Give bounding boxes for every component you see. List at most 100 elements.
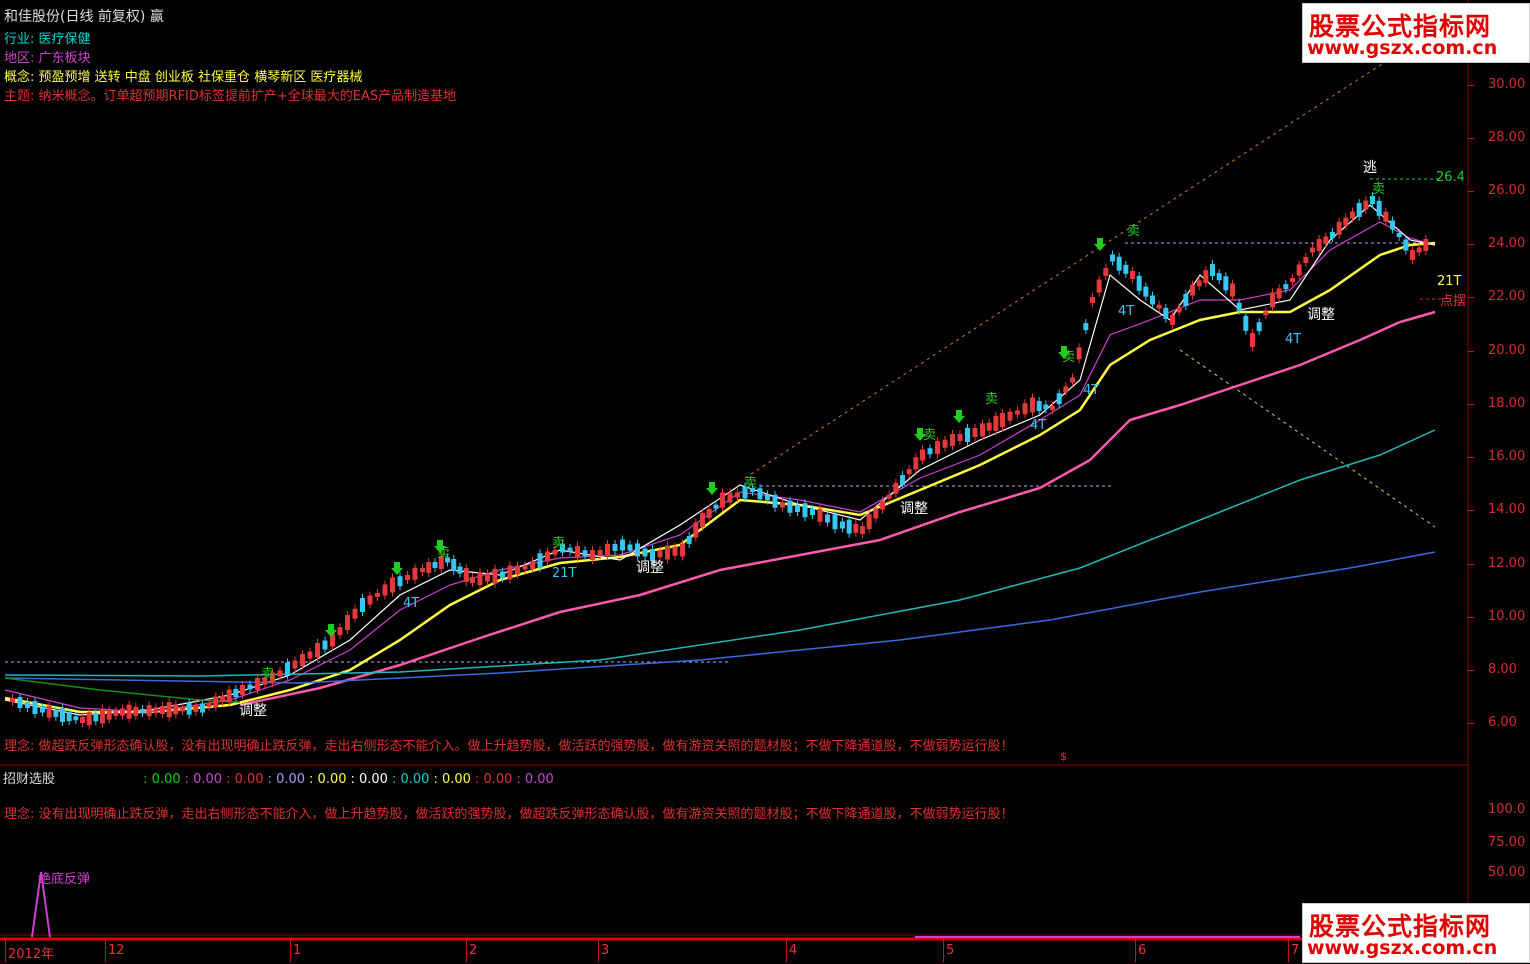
buy-arrow-icon bbox=[953, 410, 965, 423]
candle-body bbox=[1176, 307, 1182, 313]
candle-body bbox=[233, 689, 239, 697]
candle-body bbox=[665, 545, 670, 560]
candle-body bbox=[412, 567, 418, 580]
price-tick bbox=[1468, 191, 1474, 192]
sell-signal-4: 卖 bbox=[985, 392, 999, 407]
candle-body bbox=[66, 712, 72, 722]
price-tick-label: 18.00 bbox=[1488, 396, 1526, 411]
candle-body bbox=[840, 521, 845, 529]
candle-body bbox=[913, 457, 919, 470]
candle-body bbox=[1423, 239, 1429, 251]
candle-body bbox=[575, 546, 580, 557]
candle-body bbox=[900, 475, 905, 485]
price-tick bbox=[1468, 138, 1474, 139]
candle-body bbox=[1203, 270, 1209, 284]
candle-body bbox=[1310, 247, 1315, 253]
price-tick bbox=[1468, 244, 1474, 245]
candle-body bbox=[530, 561, 535, 569]
candle-body bbox=[866, 514, 872, 530]
candle-body bbox=[1123, 264, 1129, 274]
candle-body bbox=[537, 553, 543, 569]
indicator-value: : 0.00 bbox=[226, 772, 264, 787]
candle-body bbox=[873, 508, 879, 519]
candle-body bbox=[582, 550, 588, 557]
sell-signal-9: 卖 bbox=[261, 667, 275, 682]
candle-body bbox=[757, 488, 763, 500]
candle-body bbox=[405, 575, 410, 580]
candle-body bbox=[1015, 410, 1020, 415]
price-tick-label: 10.00 bbox=[1488, 609, 1526, 624]
candle-body bbox=[1290, 278, 1295, 282]
time-tick-label: 12 bbox=[108, 943, 125, 958]
candle-body bbox=[1363, 200, 1369, 210]
time-tick-label: 6 bbox=[1138, 943, 1147, 958]
candle-body bbox=[1136, 275, 1142, 291]
candle-body bbox=[457, 566, 463, 574]
candle-body bbox=[927, 448, 933, 455]
candle-body bbox=[120, 708, 125, 716]
candle-body bbox=[1083, 323, 1089, 331]
candle-body bbox=[853, 523, 859, 533]
watermark-url-bottom: www.gszx.com.cn bbox=[1307, 937, 1498, 959]
price-tick bbox=[1468, 297, 1474, 298]
candle-body bbox=[277, 670, 283, 677]
candle-body bbox=[470, 577, 475, 583]
candle-body bbox=[515, 565, 520, 575]
candle-body bbox=[1383, 211, 1389, 222]
price-tick-label: 8.00 bbox=[1488, 662, 1517, 677]
buy-arrow-icon bbox=[1094, 238, 1106, 251]
candle-body bbox=[1323, 236, 1329, 244]
candle-body bbox=[80, 717, 85, 723]
candle-body bbox=[300, 654, 305, 666]
indicator-tick-label: 50.00 bbox=[1488, 865, 1526, 880]
indicator-tick-label: 75.00 bbox=[1488, 835, 1526, 850]
price-tick-label: 12.00 bbox=[1488, 556, 1526, 571]
t21-right: 21T bbox=[1437, 274, 1462, 289]
candle-body bbox=[106, 709, 112, 720]
sell-signal-8: 卖 bbox=[437, 546, 451, 561]
candle-body bbox=[980, 423, 985, 437]
buy-arrow-icon bbox=[325, 624, 337, 637]
candle-body bbox=[345, 615, 350, 630]
candle-body bbox=[605, 544, 610, 556]
price-tick-label: 22.00 bbox=[1488, 289, 1526, 304]
ma-blue-line bbox=[4, 551, 1436, 684]
candle-body bbox=[140, 709, 145, 713]
candle-body bbox=[1263, 311, 1269, 316]
time-tick bbox=[466, 940, 467, 962]
candle-body bbox=[727, 492, 733, 503]
time-tick bbox=[786, 940, 787, 962]
t4-label-5: 4T bbox=[403, 596, 420, 611]
candle-body bbox=[1210, 264, 1215, 276]
candle-body bbox=[60, 708, 65, 722]
candle-body bbox=[10, 698, 15, 702]
candle-body bbox=[1376, 200, 1382, 216]
candle-body bbox=[477, 572, 483, 586]
price-tick-label: 14.00 bbox=[1488, 502, 1526, 517]
candle-body bbox=[635, 543, 640, 557]
candle-body bbox=[1403, 239, 1409, 251]
candle-body bbox=[73, 716, 79, 721]
candle-body bbox=[1156, 304, 1162, 309]
ma-white-line bbox=[4, 204, 1436, 716]
candle-body bbox=[1036, 401, 1042, 411]
time-tick bbox=[943, 940, 944, 962]
candle-body bbox=[180, 706, 185, 712]
candle-body bbox=[522, 565, 528, 570]
candle-body bbox=[1243, 315, 1249, 331]
candle-body bbox=[226, 689, 232, 703]
moving-averages bbox=[4, 204, 1436, 716]
candle-body bbox=[1007, 411, 1013, 421]
candle-body bbox=[420, 568, 425, 572]
candles bbox=[10, 192, 1429, 730]
candle-body bbox=[1063, 386, 1069, 393]
candle-body bbox=[126, 704, 132, 719]
candle-body bbox=[220, 696, 225, 702]
candle-body bbox=[200, 703, 205, 713]
candle-body bbox=[832, 514, 838, 530]
indicator-header: 招财选股 : 0.00: 0.00: 0.00: 0.00: 0.00: 0.0… bbox=[3, 768, 562, 787]
indicator-value: : 0.00 bbox=[350, 772, 388, 787]
candle-body bbox=[146, 705, 152, 717]
price-tick bbox=[1468, 510, 1474, 511]
candle-body bbox=[735, 492, 740, 498]
